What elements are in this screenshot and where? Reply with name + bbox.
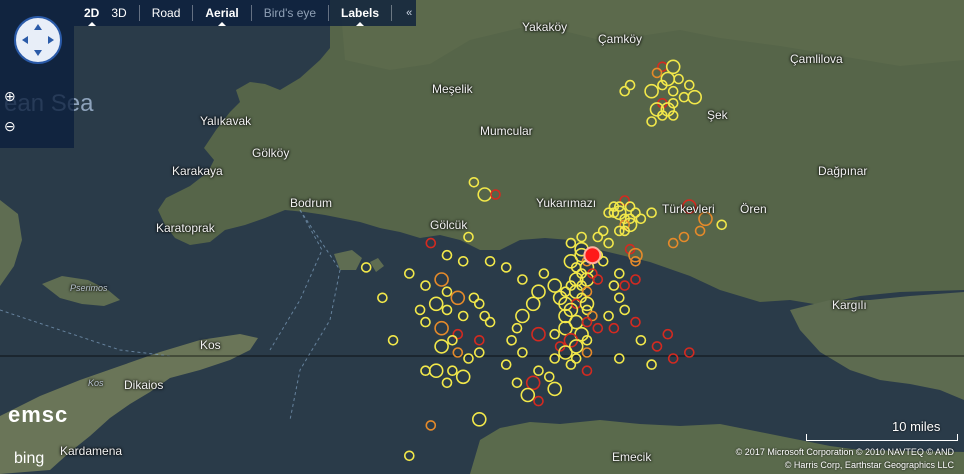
place-label: Yalıkavak (200, 114, 252, 128)
place-label: Dikaios (124, 378, 164, 392)
zoom-out-button[interactable]: ⊖ (4, 118, 24, 138)
toolbar-divider (391, 5, 393, 21)
place-label: Çamlilova (790, 52, 843, 66)
place-label: Meşelik (432, 82, 473, 96)
road-button[interactable]: Road (146, 6, 187, 20)
place-label: Dağpınar (818, 164, 868, 178)
mainshock-marker[interactable] (583, 246, 602, 265)
zoom-in-button[interactable]: ⊕ (4, 88, 24, 108)
place-label: Emecik (612, 450, 652, 464)
place-label: Yakaköy (522, 20, 568, 34)
place-label: Yukarımazı (536, 196, 597, 210)
aerial-button[interactable]: Aerial (199, 6, 244, 26)
place-label: Kos (88, 378, 104, 388)
pan-control[interactable] (14, 16, 62, 64)
toolbar-divider (192, 5, 194, 21)
view-3d-button[interactable]: 3D (105, 6, 132, 20)
labels-button[interactable]: Labels (335, 6, 385, 26)
place-label: Türkevleri (662, 202, 715, 216)
place-label: Çamköy (598, 32, 643, 46)
place-label: Ören (740, 202, 767, 216)
navigation-panel: ⊕ ⊖ (0, 0, 74, 148)
place-label: Pserimos (70, 283, 108, 293)
place-label: Kargılı (832, 298, 867, 312)
place-label: Kardamena (60, 444, 123, 458)
place-label: Mumcular (480, 124, 533, 138)
copyright-line-2: © Harris Corp, Earthstar Geographics LLC (784, 460, 954, 470)
place-label: Kos (200, 338, 221, 352)
place-label: Şek (707, 108, 728, 122)
toolbar-divider (138, 5, 140, 21)
place-label: Gölköy (252, 146, 290, 160)
map-toolbar: 2D 3D Road Aerial Bird's eye Labels « (74, 0, 417, 26)
toolbar-divider (250, 5, 252, 21)
view-2d-button[interactable]: 2D (78, 6, 105, 26)
bing-logo[interactable]: bing (14, 450, 44, 468)
place-label: Karatoprak (156, 221, 215, 235)
satellite-map[interactable] (0, 0, 964, 474)
copyright-line-1: © 2017 Microsoft Corporation © 2010 NAVT… (735, 447, 954, 457)
birds-eye-button[interactable]: Bird's eye (258, 6, 322, 20)
scale-label: 10 miles (892, 419, 941, 434)
collapse-toolbar-button[interactable]: « (406, 7, 412, 19)
toolbar-divider (328, 5, 330, 21)
place-label: Bodrum (290, 196, 333, 210)
place-label: Gölcük (430, 218, 468, 232)
scale-bar (806, 434, 958, 441)
place-label: Karakaya (172, 164, 223, 178)
pan-arrows-icon (22, 24, 54, 56)
emsc-logo: emsc (8, 402, 69, 427)
